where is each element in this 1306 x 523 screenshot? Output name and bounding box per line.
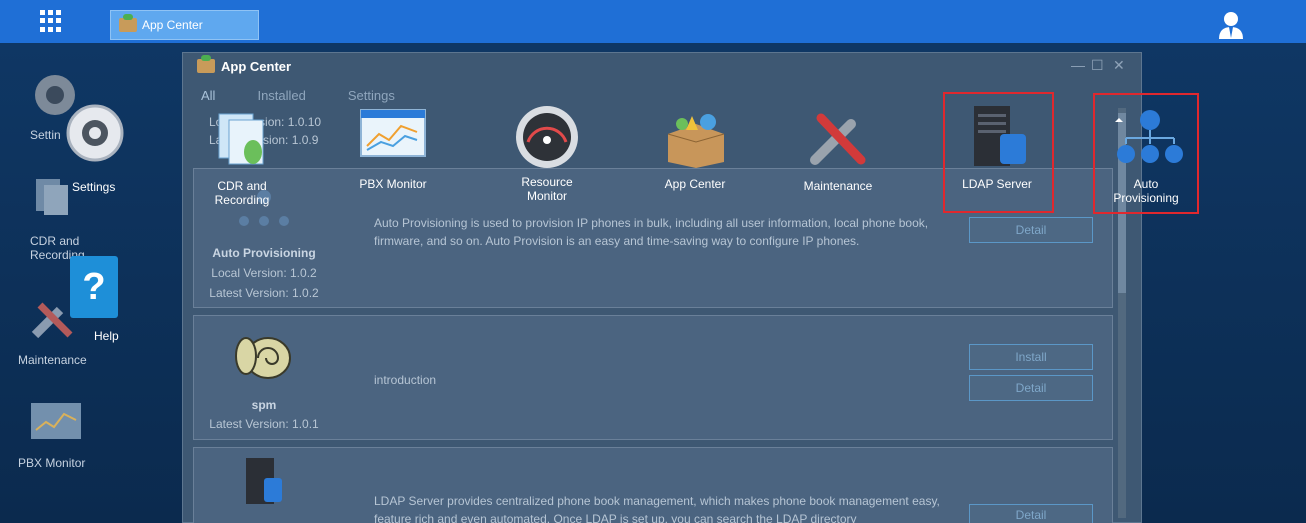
- resource-monitor-icon: [516, 106, 578, 168]
- launcher-pbx-monitor[interactable]: PBX Monitor: [343, 108, 443, 191]
- window-titlebar: App Center: [183, 53, 1141, 79]
- detail-button[interactable]: Detail: [969, 375, 1093, 401]
- install-button[interactable]: Install: [969, 344, 1093, 370]
- window-app-icon: [197, 55, 215, 73]
- app-description: LDAP Server provides centralized phone b…: [374, 494, 940, 523]
- pbx-monitor-bg-icon[interactable]: [30, 402, 82, 440]
- launcher-resource-monitor[interactable]: Resource Monitor: [497, 104, 597, 203]
- snail-icon: [235, 337, 291, 379]
- app-latest-version: Latest Version: 1.0.1: [209, 417, 319, 431]
- highlight-ldap-server: [943, 92, 1054, 213]
- launcher-label: PBX Monitor: [359, 177, 427, 191]
- detail-button[interactable]: Detail: [969, 217, 1093, 243]
- detail-button[interactable]: Detail: [969, 504, 1093, 523]
- minimize-icon[interactable]: —: [1071, 57, 1085, 73]
- pbx-monitor-label: PBX Monitor: [18, 456, 86, 470]
- launcher-label: CDR and Recording: [214, 179, 270, 207]
- tab-installed[interactable]: Installed: [257, 88, 305, 103]
- app-name: spm: [251, 398, 277, 412]
- settings-bg-label: Settin: [30, 128, 61, 142]
- launcher-label: Maintenance: [803, 179, 873, 193]
- user-icon[interactable]: [1218, 10, 1244, 40]
- app-center-icon: [119, 14, 137, 32]
- settings-label: Settings: [72, 180, 116, 194]
- window-tabs: All Installed Settings: [201, 88, 437, 103]
- app-grid-icon[interactable]: [40, 10, 62, 32]
- help-label: Help: [94, 329, 119, 343]
- ldap-server-small-icon: [246, 458, 282, 504]
- launcher-app-center[interactable]: App Center: [645, 108, 745, 191]
- app-name: Auto Provisioning: [212, 246, 316, 260]
- launcher-label: Resource Monitor: [521, 175, 573, 203]
- app-latest-version: Latest Version: 1.0.2: [209, 286, 319, 300]
- app-description: Auto Provisioning is used to provision I…: [374, 216, 929, 248]
- launcher-maintenance[interactable]: Maintenance: [788, 106, 888, 193]
- launcher-label: App Center: [664, 177, 726, 191]
- taskbar: App Center: [0, 0, 1306, 43]
- cdr-bg-icon[interactable]: [34, 175, 74, 223]
- help-icon[interactable]: ?: [70, 256, 118, 318]
- app-card-ldap-server: LDAP Server provides centralized phone b…: [193, 447, 1113, 523]
- maximize-icon[interactable]: ☐: [1091, 57, 1104, 74]
- tab-settings[interactable]: Settings: [348, 88, 395, 103]
- taskbar-app-center-label: App Center: [142, 18, 203, 32]
- app-center-icon: [667, 114, 725, 168]
- close-icon[interactable]: ✕: [1113, 57, 1125, 74]
- cdr-icon: [218, 113, 264, 165]
- tab-all[interactable]: All: [201, 88, 215, 103]
- window-title: App Center: [221, 58, 292, 74]
- pbx-monitor-icon: [360, 109, 426, 157]
- launcher-cdr-recording[interactable]: CDR and Recording: [192, 108, 292, 207]
- maintenance-icon: [810, 113, 866, 165]
- maintenance-label: Maintenance: [18, 353, 87, 367]
- taskbar-app-center-button[interactable]: App Center: [110, 10, 259, 40]
- app-card-spm: spm Latest Version: 1.0.1 introduction I…: [193, 315, 1113, 440]
- highlight-auto-provisioning: [1093, 93, 1199, 214]
- app-description: introduction: [374, 373, 437, 387]
- app-local-version: Local Version: 1.0.2: [211, 266, 317, 280]
- settings-gear-icon[interactable]: [64, 102, 126, 164]
